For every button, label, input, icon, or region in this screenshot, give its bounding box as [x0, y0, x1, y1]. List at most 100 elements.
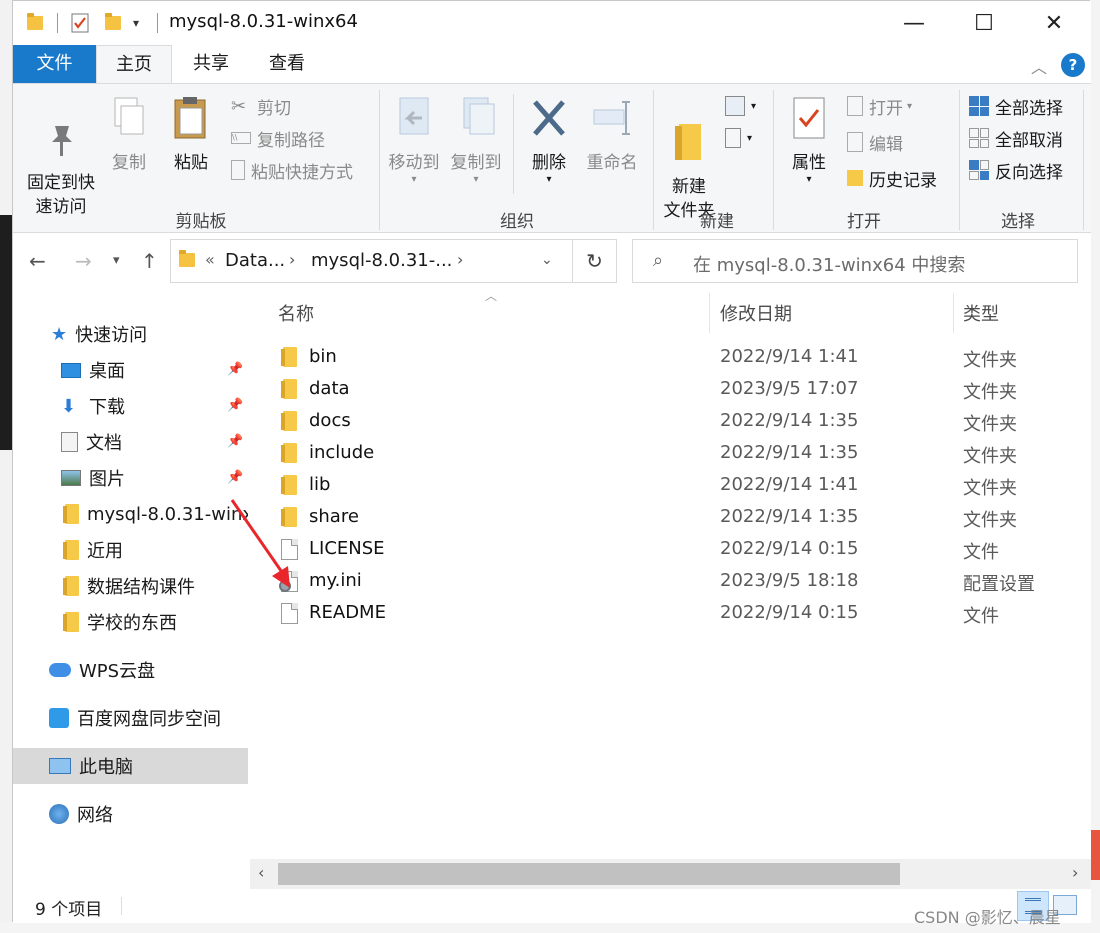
nav-item-school[interactable]: 学校的东西	[13, 604, 248, 640]
sort-indicator-icon: ︿	[485, 289, 498, 303]
address-bar[interactable]: « Data... › mysql-8.0.31-... › ⌄	[170, 239, 573, 283]
pin-icon[interactable]: 📌	[227, 434, 243, 449]
copy-path-button[interactable]: \\ 复制路径	[231, 124, 325, 152]
copy-label: 复制	[112, 153, 146, 173]
nav-item-downloads[interactable]: ⬇ 下载 📌	[13, 388, 248, 424]
nav-baidu-sync[interactable]: 百度网盘同步空间	[13, 700, 248, 736]
column-header-type[interactable]: 类型	[963, 300, 999, 326]
back-arrow-icon[interactable]: ←	[29, 249, 46, 273]
address-dropdown-chevron-icon[interactable]: ⌄	[541, 252, 553, 268]
copy-to-button[interactable]: 复制到 ▾	[447, 96, 505, 185]
open-icon	[847, 96, 863, 116]
tab-home[interactable]: 主页	[96, 45, 172, 83]
chevron-right-icon[interactable]: ›	[289, 250, 295, 269]
table-row[interactable]: include 2022/9/14 1:35 文件夹	[263, 437, 1091, 469]
breadcrumb-overflow[interactable]: «	[205, 250, 215, 269]
window-title: mysql-8.0.31-winx64	[169, 11, 358, 32]
nav-item-data-structures[interactable]: 数据结构课件	[13, 568, 248, 604]
nav-network[interactable]: 网络	[13, 796, 248, 832]
copy-button[interactable]: 复制	[105, 96, 153, 175]
tab-view[interactable]: 查看	[259, 45, 315, 83]
history-icon	[847, 170, 863, 186]
move-to-icon	[399, 97, 429, 135]
maximize-button[interactable]: ☐	[949, 1, 1019, 45]
move-to-button[interactable]: 移动到 ▾	[385, 96, 443, 185]
nav-quick-access[interactable]: ★ 快速访问	[13, 316, 248, 352]
new-item-button[interactable]: ▾	[725, 92, 756, 120]
minimize-button[interactable]: —	[879, 1, 949, 45]
table-row[interactable]: share 2022/9/14 1:35 文件夹	[263, 501, 1091, 533]
refresh-button[interactable]: ↻	[573, 239, 617, 283]
table-row[interactable]: README 2022/9/14 0:15 文件	[263, 597, 1091, 629]
tab-share[interactable]: 共享	[183, 45, 239, 83]
nav-item-desktop[interactable]: 桌面 📌	[13, 352, 248, 388]
explorer-window: ▾ mysql-8.0.31-winx64 — ☐ ✕ 文件 主页 共享 查看 …	[12, 0, 1091, 923]
nav-item-pictures[interactable]: 图片 📌	[13, 460, 248, 496]
collapse-ribbon-icon[interactable]: ︿	[1031, 54, 1047, 78]
nav-this-pc[interactable]: 此电脑	[13, 748, 248, 784]
paste-shortcut-button[interactable]: 粘贴快捷方式	[231, 156, 353, 184]
rename-button[interactable]: 重命名	[581, 96, 643, 175]
chevron-right-icon[interactable]: ›	[457, 250, 463, 269]
network-globe-icon	[49, 804, 69, 824]
rename-icon	[593, 101, 630, 135]
pin-icon[interactable]: 📌	[227, 362, 243, 377]
folder-icon	[281, 475, 297, 495]
pin-icon[interactable]: 📌	[227, 470, 243, 485]
close-button[interactable]: ✕	[1019, 1, 1089, 45]
edit-icon	[847, 132, 863, 152]
nav-item-documents[interactable]: 文档 📌	[13, 424, 248, 460]
table-row[interactable]: bin 2022/9/14 1:41 文件夹	[263, 341, 1091, 373]
table-row[interactable]: lib 2022/9/14 1:41 文件夹	[263, 469, 1091, 501]
invert-selection-button[interactable]: 反向选择	[969, 156, 1063, 184]
scrollbar-thumb[interactable]	[278, 863, 900, 885]
customize-quick-access-icon[interactable]: ▾	[133, 11, 139, 35]
properties-quick-icon[interactable]	[71, 11, 91, 35]
horizontal-scrollbar[interactable]: ‹ ›	[250, 859, 1091, 889]
file-icon	[281, 603, 298, 624]
breadcrumb-mysql[interactable]: mysql-8.0.31-...	[311, 250, 452, 271]
help-icon[interactable]: ?	[1061, 53, 1085, 77]
tab-file[interactable]: 文件	[13, 45, 96, 83]
up-arrow-icon[interactable]: ↑	[141, 249, 158, 273]
column-header-date[interactable]: 修改日期	[720, 300, 792, 326]
delete-button[interactable]: 删除 ▾	[523, 96, 575, 185]
select-none-button[interactable]: 全部取消	[969, 124, 1063, 152]
open-button[interactable]: 打开 ▾	[847, 92, 912, 120]
history-button[interactable]: 历史记录	[847, 164, 937, 192]
easy-access-icon	[725, 128, 741, 148]
search-box[interactable]: ⌕ 在 mysql-8.0.31-winx64 中搜索	[632, 239, 1078, 283]
paste-label: 粘贴	[174, 153, 208, 173]
nav-item-folder[interactable]: 近用	[13, 532, 248, 568]
select-all-button[interactable]: 全部选择	[969, 92, 1063, 120]
easy-access-button[interactable]: ▾	[725, 124, 752, 152]
edit-button[interactable]: 编辑	[847, 128, 903, 156]
watermark: CSDN @影忆、晨星	[914, 908, 1061, 927]
new-folder-quick-icon[interactable]	[105, 11, 121, 35]
cut-button[interactable]: ✂ 剪切	[231, 92, 291, 120]
pin-icon[interactable]: 📌	[227, 398, 243, 413]
nav-item-mysql-folder[interactable]: mysql-8.0.31-winx	[13, 496, 248, 532]
pin-icon	[52, 126, 72, 156]
folder-icon	[63, 504, 79, 524]
table-row[interactable]: data 2023/9/5 17:07 文件夹	[263, 373, 1091, 405]
table-row[interactable]: LICENSE 2022/9/14 0:15 文件	[263, 533, 1091, 565]
column-header-name[interactable]: 名称	[278, 300, 314, 326]
paste-shortcut-icon	[231, 160, 245, 180]
scroll-left-arrow-icon[interactable]: ‹	[258, 863, 264, 882]
paste-button[interactable]: 粘贴	[165, 96, 217, 175]
search-placeholder: 在 mysql-8.0.31-winx64 中搜索	[693, 255, 966, 276]
properties-button[interactable]: 属性 ▾	[781, 96, 837, 185]
nav-wps-cloud[interactable]: WPS云盘	[13, 652, 248, 688]
scroll-right-arrow-icon[interactable]: ›	[1072, 863, 1078, 882]
forward-arrow-icon[interactable]: →	[75, 249, 92, 273]
breadcrumb-data[interactable]: Data...	[225, 250, 285, 271]
recent-locations-chevron-icon[interactable]: ▾	[113, 253, 120, 268]
file-list: ︿ 名称 修改日期 类型 bin 2022/9/14 1:41 文件夹 data 20…	[263, 289, 1091, 859]
table-row[interactable]: my.ini 2023/9/5 18:18 配置设置	[263, 565, 1091, 597]
delete-icon	[533, 100, 565, 136]
folder-icon	[63, 540, 79, 560]
ribbon: 固定到快 速访问 复制 粘贴 ✂ 剪切 \\ 复制路径 粘贴快捷方式 剪贴板 移动到…	[13, 83, 1091, 233]
group-label-clipboard: 剪贴板	[175, 212, 227, 232]
table-row[interactable]: docs 2022/9/14 1:35 文件夹	[263, 405, 1091, 437]
